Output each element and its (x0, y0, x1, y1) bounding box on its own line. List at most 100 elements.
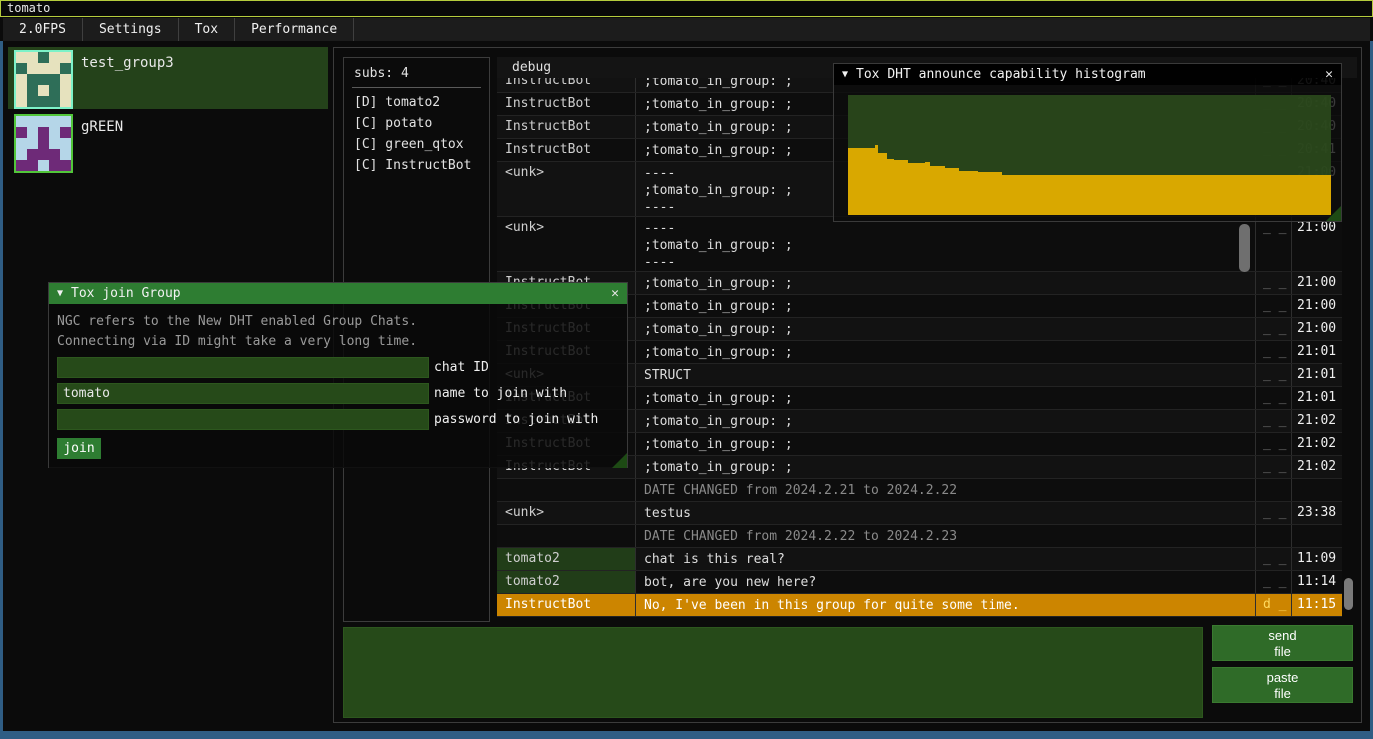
join-group-body: NGC refers to the New DHT enabled Group … (49, 304, 627, 468)
paste-file-button[interactable]: paste file (1212, 667, 1353, 703)
sender-name (497, 525, 635, 547)
histogram-segment (887, 159, 894, 215)
histogram-segment (930, 166, 944, 215)
resize-grip-icon[interactable] (1326, 206, 1341, 221)
histogram-window-body (834, 85, 1341, 221)
resize-grip-icon[interactable] (612, 453, 627, 468)
message-text: testus (635, 502, 1255, 524)
sender-name: <unk> (497, 162, 635, 216)
menu-item-tox[interactable]: Tox (179, 18, 235, 41)
menu-bar: 2.0FPS SettingsToxPerformance (3, 18, 1370, 41)
collapse-icon[interactable]: ▼ (57, 288, 63, 299)
timestamp: 21:00 (1291, 272, 1342, 294)
message-text: ;tomato_in_group: ; (635, 295, 1255, 317)
receipt-marks: d _ (1255, 594, 1291, 616)
timestamp: 21:00 (1291, 295, 1342, 317)
app-window: tomato 2.0FPS SettingsToxPerformance tes… (0, 0, 1373, 739)
member-item[interactable]: [C] green_qtox (344, 134, 489, 155)
collapse-icon[interactable]: ▼ (842, 69, 848, 80)
menu-item-settings[interactable]: Settings (83, 18, 179, 41)
frame-edge-bottom (0, 731, 1373, 739)
date-divider-row: DATE CHANGED from 2024.2.22 to 2024.2.23 (497, 525, 1342, 548)
timestamp: 11:15 (1291, 594, 1342, 616)
timestamp: 21:02 (1291, 410, 1342, 432)
sender-name: tomato2 (497, 571, 635, 593)
close-icon[interactable]: ✕ (611, 286, 619, 301)
chat-id-input[interactable] (57, 357, 429, 378)
message-text: ;tomato_in_group: ; (635, 456, 1255, 478)
histogram-window-titlebar: ▼ Tox DHT announce capability histogram … (834, 64, 1341, 85)
message-row: tomato2bot, are you new here?_ _11:14 (497, 571, 1342, 594)
receipt-marks: _ _ (1255, 364, 1291, 386)
join-name-input[interactable] (57, 383, 429, 404)
receipt-marks: _ _ (1255, 318, 1291, 340)
divider (352, 87, 481, 88)
timestamp: 21:01 (1291, 341, 1342, 363)
sender-name: InstructBot (497, 116, 635, 138)
message-text: ;tomato_in_group: ; (635, 318, 1255, 340)
group-name: test_group3 (81, 55, 174, 71)
field-label: chat ID (434, 360, 489, 375)
sender-name: InstructBot (497, 93, 635, 115)
members-count: subs: 4 (344, 58, 489, 81)
sender-name: InstructBot (497, 139, 635, 161)
join-button[interactable]: join (57, 438, 101, 459)
timestamp (1291, 479, 1342, 501)
fps-counter: 2.0FPS (3, 18, 83, 41)
receipt-marks: _ _ (1255, 548, 1291, 570)
member-item[interactable]: [C] InstructBot (344, 155, 489, 176)
histogram-segment (945, 168, 959, 215)
histogram-segment (959, 171, 978, 215)
message-input[interactable] (343, 627, 1203, 718)
histogram-segment (1002, 175, 1330, 215)
receipt-marks: _ _ (1255, 410, 1291, 432)
receipt-marks: _ _ (1255, 387, 1291, 409)
message-text: ;tomato_in_group: ; (635, 272, 1255, 294)
send-file-button[interactable]: send file (1212, 625, 1353, 661)
sender-name: InstructBot (497, 594, 635, 616)
timestamp: 21:01 (1291, 364, 1342, 386)
receipt-marks (1255, 479, 1291, 501)
message-row: tomato2chat is this real?_ _11:09 (497, 548, 1342, 571)
log-scrollbar-thumb[interactable] (1344, 578, 1353, 610)
message-row: InstructBotNo, I've been in this group f… (497, 594, 1342, 617)
date-divider-row: DATE CHANGED from 2024.2.21 to 2024.2.22 (497, 479, 1342, 502)
group-item-test_group3[interactable]: test_group3 (8, 47, 328, 109)
join-group-titlebar: ▼ Tox join Group ✕ (49, 283, 627, 304)
dht-capability-histogram (848, 95, 1331, 215)
message-text: ;tomato_in_group: ; (635, 387, 1255, 409)
timestamp: 23:38 (1291, 502, 1342, 524)
group-avatar (14, 114, 73, 173)
timestamp: 21:00 (1291, 318, 1342, 340)
field-label: name to join with (434, 386, 567, 401)
menu-item-performance[interactable]: Performance (235, 18, 354, 41)
frame-edge-left (0, 41, 3, 739)
receipt-marks: _ _ (1255, 272, 1291, 294)
close-icon[interactable]: ✕ (1325, 67, 1333, 82)
field-label: password to join with (434, 412, 598, 427)
message-scrollbar-thumb[interactable] (1239, 224, 1250, 272)
group-item-gREEN[interactable]: gREEN (8, 111, 328, 173)
timestamp: 21:00 (1291, 217, 1342, 271)
member-item[interactable]: [D] tomato2 (344, 92, 489, 113)
receipt-marks: _ _ (1255, 341, 1291, 363)
timestamp: 11:14 (1291, 571, 1342, 593)
message-text: ;tomato_in_group: ; (635, 410, 1255, 432)
histogram-segment (848, 148, 875, 215)
sender-name: <unk> (497, 217, 635, 271)
sender-name: tomato2 (497, 548, 635, 570)
message-text: chat is this real? (635, 548, 1255, 570)
message-text: bot, are you new here? (635, 571, 1255, 593)
join-password-input[interactable] (57, 409, 429, 430)
sender-name: <unk> (497, 502, 635, 524)
member-item[interactable]: [C] potato (344, 113, 489, 134)
receipt-marks: _ _ (1255, 217, 1291, 271)
message-text: DATE CHANGED from 2024.2.21 to 2024.2.22 (635, 479, 1255, 501)
receipt-marks: _ _ (1255, 456, 1291, 478)
histogram-window: ▼ Tox DHT announce capability histogram … (833, 63, 1342, 222)
group-avatar (14, 50, 73, 109)
message-text: STRUCT (635, 364, 1255, 386)
histogram-segment (978, 172, 1002, 215)
join-note-line1: NGC refers to the New DHT enabled Group … (57, 312, 619, 332)
message-row: <unk>testus_ _23:38 (497, 502, 1342, 525)
